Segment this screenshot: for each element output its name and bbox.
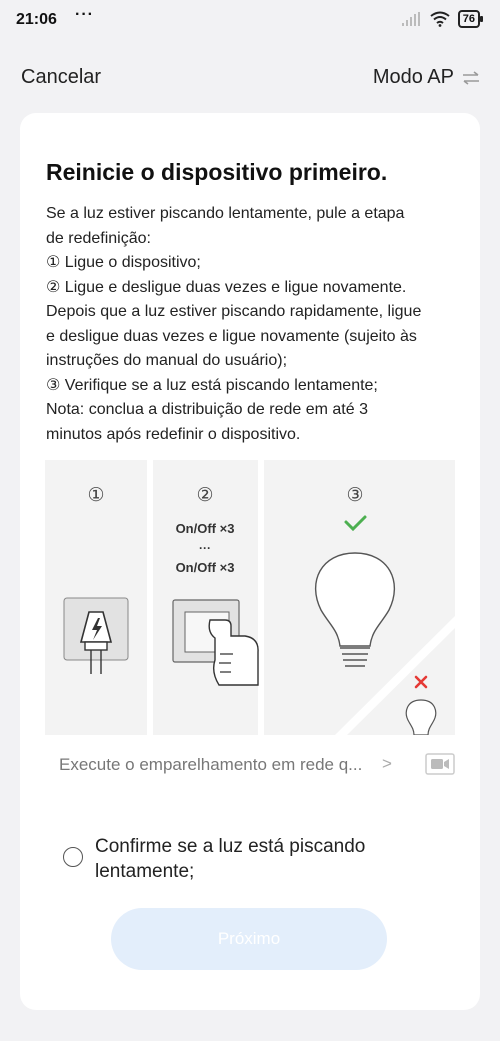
- instruction-line: ① Ligue o dispositivo;: [46, 254, 201, 271]
- check-icon: [344, 515, 367, 532]
- status-dots: ···: [75, 6, 94, 23]
- lightbulb-icon: [315, 552, 395, 667]
- battery-icon: 76: [457, 10, 484, 28]
- chevron-right-icon: >: [382, 754, 392, 773]
- confirm-checkbox-row[interactable]: Confirme se a luz está piscando lentamen…: [63, 834, 443, 886]
- instruction-line: instruções do manual do usuário);: [46, 352, 288, 369]
- cancel-button[interactable]: Cancelar: [21, 66, 101, 89]
- onoff-label: On/Off ×3: [176, 521, 235, 536]
- onoff-label: On/Off ×3: [176, 560, 235, 575]
- wifi-icon: [430, 11, 450, 27]
- video-tutorial-text: Execute o emparelhamento em rede q...: [59, 755, 363, 774]
- status-bar: 21:06 ··· 76: [0, 0, 500, 40]
- switch-hand-icon: [172, 599, 259, 686]
- page-title: Reinicie o dispositivo primeiro.: [46, 159, 388, 185]
- reset-card: Reinicie o dispositivo primeiro. Se a lu…: [20, 113, 480, 1010]
- swap-icon: [463, 70, 479, 85]
- instruction-line: de redefinição:: [46, 229, 151, 247]
- cross-icon: [414, 675, 428, 689]
- video-icon: [425, 753, 455, 775]
- power-plug-icon: [63, 597, 129, 674]
- step3-number: ③: [346, 484, 363, 506]
- instruction-line: Se a luz estiver piscando lentamente, pu…: [46, 205, 405, 222]
- step2-number: ②: [196, 484, 213, 506]
- confirm-radio[interactable]: [63, 847, 83, 867]
- ellipsis-label: ···: [199, 541, 211, 555]
- ap-mode-button[interactable]: Modo AP: [373, 66, 480, 89]
- status-time: 21:06: [16, 11, 57, 28]
- instruction-line: minutos após redefinir o dispositivo.: [46, 425, 301, 443]
- reset-illustration: ① ② ③ On/Off ×3 ··· On/Off ×3: [45, 460, 455, 735]
- instructions: Se a luz estiver piscando lentamente, pu…: [46, 202, 456, 447]
- small-lightbulb-icon: [405, 699, 437, 735]
- step1-number: ①: [87, 484, 104, 506]
- instruction-line: ② Ligue e desligue duas vezes e ligue no…: [46, 278, 407, 296]
- instruction-line: Nota: conclua a distribuição de rede em …: [46, 401, 368, 418]
- status-icons: 76: [401, 10, 484, 28]
- instruction-line: Depois que a luz estiver piscando rapida…: [46, 303, 422, 320]
- instruction-line: ③ Verifique se a luz está piscando lenta…: [46, 376, 378, 394]
- top-nav: Cancelar Modo AP: [0, 60, 500, 96]
- next-button[interactable]: Próximo: [111, 908, 387, 970]
- illustration-drawing: ① ② ③ On/Off ×3 ··· On/Off ×3: [63, 484, 455, 735]
- signal-icon: [401, 12, 420, 26]
- confirm-label: Confirme se a luz está piscando lentamen…: [95, 836, 366, 882]
- instruction-line: e desligue duas vezes e ligue novamente …: [46, 327, 417, 345]
- ap-mode-label: Modo AP: [372, 66, 454, 88]
- video-tutorial-link[interactable]: Execute o emparelhamento em rede q... >: [59, 753, 459, 777]
